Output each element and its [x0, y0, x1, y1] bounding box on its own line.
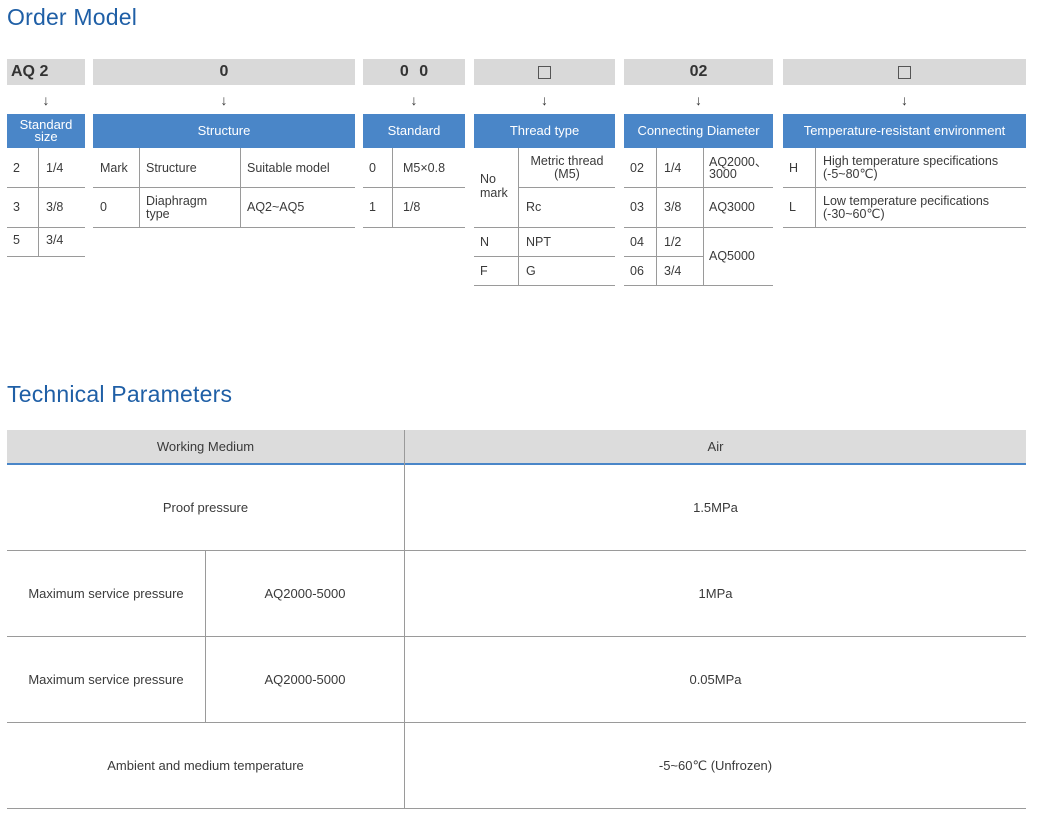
structure-col-model: Suitable model — [247, 160, 330, 175]
standard-value: 1/8 — [403, 200, 421, 214]
max-pressure-value: 1MPa — [698, 586, 733, 601]
placeholder-box-icon — [538, 65, 551, 79]
standard-value: M5×0.8 — [403, 160, 446, 175]
header-standard-size: Standard size — [7, 114, 85, 148]
structure-model: AQ2~AQ5 — [247, 200, 305, 214]
size-code: 2 — [13, 160, 20, 175]
structure-mark: 0 — [100, 200, 107, 214]
temperature-desc: High temperature specifications (-5~80℃) — [823, 154, 999, 181]
header-connecting-diameter: Connecting Diameter — [624, 114, 773, 148]
standard-code: 1 — [369, 200, 376, 214]
diameter-size: 3/8 — [664, 200, 682, 214]
max-pressure-label: Maximum service pressure — [28, 672, 184, 687]
header-thread-type: Thread type — [474, 114, 615, 148]
thread-rc: Rc — [526, 200, 542, 214]
code-standard: 0 0 — [363, 59, 465, 85]
temperature-desc: Low temperature pecifications (-30~60℃) — [823, 193, 990, 221]
down-arrow-icon: ↓ — [42, 92, 50, 108]
max-pressure-model: AQ2000-5000 — [264, 586, 346, 601]
proof-pressure-value: 1.5MPa — [693, 500, 738, 515]
structure-col-mark: Mark — [100, 160, 128, 175]
thread-no-mark: No mark — [480, 172, 508, 200]
code-structure: 0 — [93, 59, 355, 85]
diameter-size: 3/4 — [664, 263, 682, 278]
size-code: 3 — [13, 200, 20, 214]
size-value: 1/4 — [46, 160, 64, 175]
max-pressure-model: AQ2000-5000 — [264, 672, 346, 687]
placeholder-box-icon — [898, 65, 911, 79]
header-structure: Structure — [93, 114, 355, 148]
temperature-value: -5~60℃ (Unfrozen) — [658, 757, 773, 773]
thread-g: G — [526, 263, 536, 278]
diameter-model: AQ2000、3000 — [709, 155, 768, 181]
diameter-code: 02 — [630, 160, 644, 175]
order-model-title: Order Model — [7, 4, 138, 30]
standard-code: 0 — [369, 160, 376, 175]
header-temperature-environment: Temperature-resistant environment — [783, 114, 1026, 148]
code-diameter: 02 — [624, 59, 773, 85]
temperature-code: L — [789, 200, 796, 214]
proof-pressure-label: Proof pressure — [162, 500, 249, 515]
max-pressure-label: Maximum service pressure — [28, 586, 184, 601]
tech-header-label: Working Medium — [156, 439, 255, 454]
header-standard: Standard — [363, 114, 465, 148]
code-thread-placeholder — [474, 59, 615, 85]
down-arrow-icon: ↓ — [541, 92, 548, 108]
diameter-size: 1/4 — [664, 160, 682, 175]
thread-npt: NPT — [526, 234, 551, 249]
temperature-code: H — [789, 160, 799, 175]
diameter-code: 04 — [630, 234, 644, 249]
structure-col-structure: Structure — [146, 160, 197, 175]
size-value: 3/4 — [46, 233, 64, 247]
max-pressure-value: 0.05MPa — [689, 672, 742, 687]
diameter-model: AQ3000 — [709, 200, 755, 214]
thread-metric: Metric thread (M5) — [530, 154, 604, 181]
down-arrow-icon: ↓ — [220, 92, 228, 108]
structure-type: Diaphragm type — [146, 193, 208, 221]
down-arrow-icon: ↓ — [410, 92, 418, 108]
diameter-model: AQ5000 — [709, 249, 755, 263]
code-temperature-placeholder — [783, 59, 1026, 85]
down-arrow-icon: ↓ — [901, 92, 908, 108]
tech-header-value: Air — [707, 439, 724, 454]
diameter-code: 03 — [630, 200, 644, 214]
diameter-code: 06 — [630, 263, 644, 278]
down-arrow-icon: ↓ — [695, 92, 702, 108]
thread-n-code: N — [480, 234, 490, 249]
temperature-label: Ambient and medium temperature — [107, 758, 304, 773]
thread-f-code: F — [480, 263, 488, 278]
technical-parameters-title: Technical Parameters — [7, 381, 233, 407]
size-code: 5 — [13, 233, 20, 247]
diameter-size: 1/2 — [664, 234, 682, 249]
code-series: AQ 2 — [7, 59, 85, 85]
size-value: 3/8 — [46, 200, 64, 214]
